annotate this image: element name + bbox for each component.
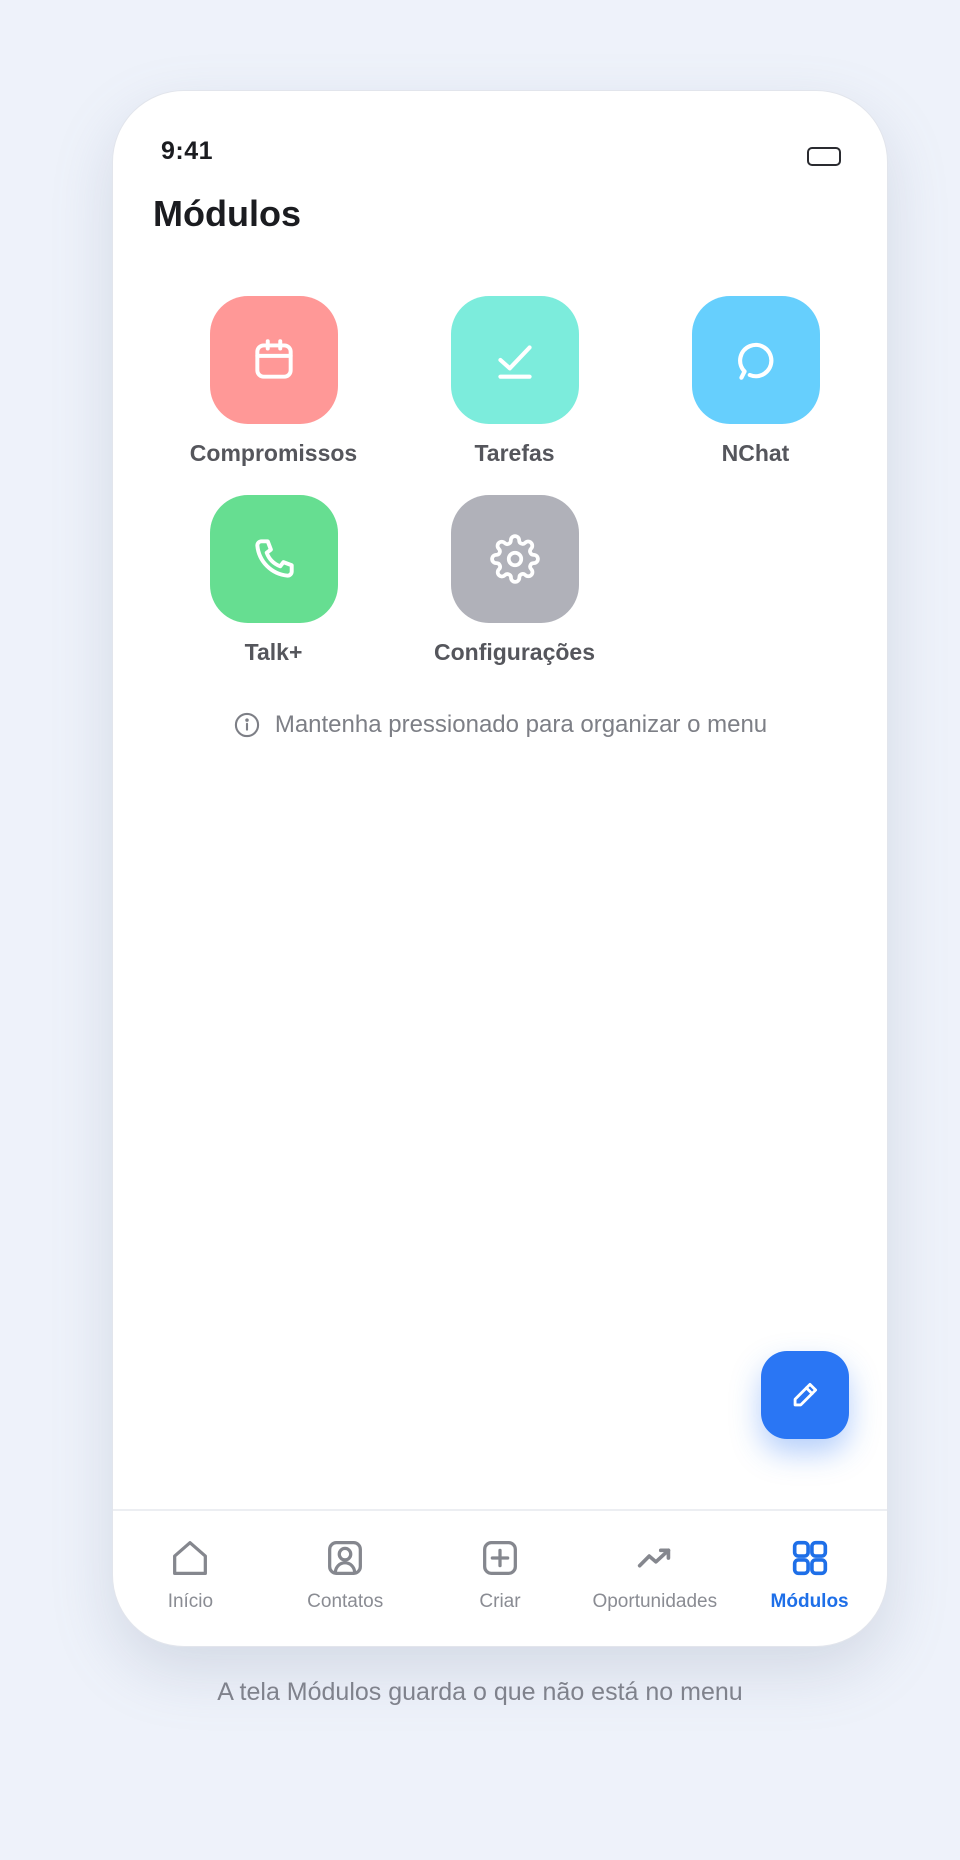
module-label: Tarefas bbox=[474, 440, 555, 466]
module-label: Compromissos bbox=[189, 440, 358, 466]
tab-criar[interactable]: Criar bbox=[423, 1511, 578, 1646]
module-tile[interactable] bbox=[450, 296, 579, 424]
check-icon bbox=[497, 345, 532, 379]
info-icon bbox=[234, 712, 259, 738]
hint-text: Mantenha pressionado para organizar o me… bbox=[274, 711, 768, 738]
module-tarefas[interactable]: Tarefas bbox=[394, 296, 635, 467]
tab-label: Criar bbox=[479, 1591, 521, 1612]
tab-label: Contatos bbox=[307, 1591, 384, 1612]
pencil-icon bbox=[793, 1382, 818, 1407]
home-icon bbox=[173, 1541, 208, 1575]
calendar-icon bbox=[254, 339, 293, 379]
tab-label: Oportunidades bbox=[592, 1591, 718, 1612]
status-time: 9:41 bbox=[161, 137, 214, 165]
bottom-tab-bar: Início Contatos Criar Oportunidades Módu… bbox=[113, 1509, 887, 1646]
screen-caption: A tela Módulos guarda o que não está no … bbox=[217, 1678, 743, 1706]
tab-label: Início bbox=[167, 1591, 214, 1612]
page-title: Módulos bbox=[153, 193, 301, 234]
modules-grid: Compromissos Tarefas NChat Talk+ Configu… bbox=[153, 296, 875, 666]
module-tile[interactable] bbox=[209, 495, 338, 623]
module-label: Talk+ bbox=[244, 639, 303, 665]
grid-icon bbox=[792, 1540, 827, 1576]
phone-frame: 9:41 Módulos Compromissos Tarefas NChat … bbox=[112, 90, 888, 1647]
tab-contatos[interactable]: Contatos bbox=[268, 1511, 423, 1646]
tab-modulos[interactable]: Módulos bbox=[732, 1511, 887, 1646]
module-tile[interactable] bbox=[691, 296, 820, 424]
module-tile[interactable] bbox=[209, 296, 338, 424]
tab-label: Módulos bbox=[770, 1591, 849, 1612]
module-compromissos[interactable]: Compromissos bbox=[153, 296, 394, 467]
contacts-icon bbox=[328, 1541, 363, 1575]
module-talk[interactable]: Talk+ bbox=[153, 495, 394, 666]
module-nchat[interactable]: NChat bbox=[635, 296, 876, 467]
module-label: NChat bbox=[721, 440, 790, 466]
module-tile[interactable] bbox=[450, 495, 579, 623]
module-configuracoes[interactable]: Configurações bbox=[394, 495, 635, 666]
tab-oportunidades[interactable]: Oportunidades bbox=[577, 1511, 732, 1646]
chat-icon bbox=[737, 342, 773, 380]
reorder-hint: Mantenha pressionado para organizar o me… bbox=[113, 711, 887, 739]
battery-icon bbox=[807, 147, 841, 166]
module-label: Configurações bbox=[433, 639, 596, 665]
phone-icon bbox=[254, 539, 294, 578]
trending-up-icon bbox=[637, 1548, 671, 1568]
gear-icon bbox=[489, 534, 540, 584]
edit-modules-button[interactable] bbox=[761, 1351, 849, 1439]
plus-square-icon bbox=[483, 1541, 517, 1575]
tab-inicio[interactable]: Início bbox=[113, 1511, 268, 1646]
